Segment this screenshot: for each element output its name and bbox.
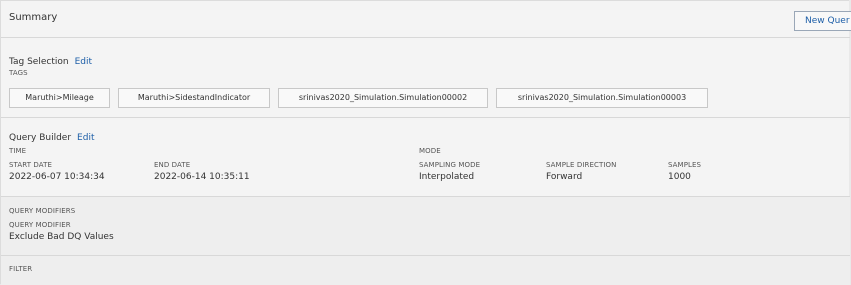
samples-value: 1000 <box>668 172 691 182</box>
start-date-value: 2022-06-07 10:34:34 <box>9 172 105 182</box>
mode-label: MODE <box>419 147 441 155</box>
query-builder-edit-link[interactable]: Edit <box>77 133 94 143</box>
query-modifiers-section <box>1 197 850 255</box>
filter-section <box>1 256 850 285</box>
time-label: TIME <box>9 147 27 155</box>
end-date-value: 2022-06-14 10:35:11 <box>154 172 250 182</box>
summary-panel: Summary New Quer Tag Selection Edit TAGS … <box>0 0 851 285</box>
tag-selection-header: Tag Selection Edit <box>9 49 92 68</box>
tag-selection-edit-link[interactable]: Edit <box>75 57 92 67</box>
summary-title: Summary <box>9 12 58 23</box>
query-builder-heading: Query Builder <box>9 133 72 143</box>
new-query-button[interactable]: New Quer <box>794 11 851 31</box>
start-date-label: START DATE <box>9 161 53 169</box>
tag-chip[interactable]: srinivas2020_Simulation.Simulation00002 <box>278 88 488 108</box>
end-date-label: END DATE <box>154 161 191 169</box>
query-modifier-label: QUERY MODIFIER <box>9 221 71 229</box>
samples-label: SAMPLES <box>668 161 702 169</box>
sampling-mode-label: SAMPLING MODE <box>419 161 481 169</box>
divider <box>1 117 850 118</box>
query-modifiers-heading: QUERY MODIFIERS <box>9 207 76 215</box>
filter-heading: FILTER <box>9 265 33 273</box>
tag-chip[interactable]: Maruthi>SidestandIndicator <box>118 88 270 108</box>
tags-label: TAGS <box>9 69 28 77</box>
tag-chip[interactable]: srinivas2020_Simulation.Simulation00003 <box>496 88 708 108</box>
query-builder-header: Query Builder Edit <box>9 125 94 144</box>
query-modifier-value: Exclude Bad DQ Values <box>9 232 114 242</box>
sampling-mode-value: Interpolated <box>419 172 475 182</box>
sample-direction-value: Forward <box>546 172 583 182</box>
divider <box>1 37 850 38</box>
tag-chip[interactable]: Maruthi>Mileage <box>9 88 110 108</box>
tag-selection-heading: Tag Selection <box>9 57 69 67</box>
sample-direction-label: SAMPLE DIRECTION <box>546 161 617 169</box>
